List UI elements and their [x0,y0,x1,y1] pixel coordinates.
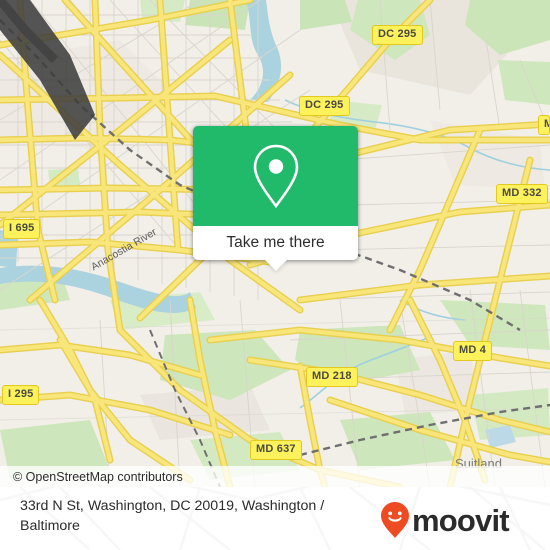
take-me-there-label: Take me there [226,234,325,251]
moovit-wordmark: moovit [412,502,510,538]
footer-bar: 33rd N St, Washington, DC 20019, Washing… [0,487,550,550]
footer-content: 33rd N St, Washington, DC 20019, Washing… [0,487,550,550]
road-shield[interactable]: MD 637 [250,440,302,460]
road-shield[interactable]: M [538,115,550,135]
moovit-logo[interactable]: moovit [380,501,510,539]
road-shield[interactable]: MD 4 [453,341,493,361]
road-shield[interactable]: MD 332 [496,184,548,204]
road-shield[interactable]: I 695 [3,219,41,239]
callout-pointer [265,260,287,271]
moovit-smile-pin-icon [381,502,409,538]
address-text: 33rd N St, Washington, DC 20019, Washing… [20,498,325,535]
road-shield[interactable]: MD 218 [306,367,358,387]
map-pin-icon [253,144,298,209]
road-shield[interactable]: I 295 [2,385,40,405]
callout-marker-area [193,126,358,226]
location-callout-card[interactable]: Take me there [193,126,358,271]
map-canvas[interactable]: DC 295 DC 295 MD 332 M I 695 I 295 MD 4 … [0,0,550,487]
take-me-there-button[interactable]: Take me there [193,226,358,271]
road-shield[interactable]: DC 295 [372,25,423,45]
attribution-text: © OpenStreetMap contributors [13,469,183,484]
map-attribution[interactable]: © OpenStreetMap contributors [0,466,550,487]
screenshot-root: DC 295 DC 295 MD 332 M I 695 I 295 MD 4 … [0,0,550,550]
road-shield[interactable]: DC 295 [299,96,350,116]
